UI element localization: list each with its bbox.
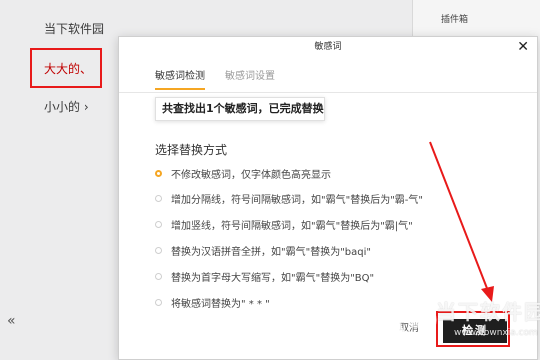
tab-detection[interactable]: 敏感词检测 <box>155 67 205 90</box>
radio-icon[interactable] <box>155 194 162 202</box>
replace-option-asterisk[interactable]: 将敏感词替换为" * * " <box>155 294 270 310</box>
option-label: 增加分隔线，符号间隔敏感词，如"霸气"替换后为"霸-气" <box>171 194 424 206</box>
radio-icon[interactable] <box>155 220 162 228</box>
radio-icon[interactable] <box>155 298 162 306</box>
watermark-text: 当下软件园 <box>436 300 540 324</box>
dialog-title: 敏感词 <box>314 42 342 52</box>
watermark-logo-icon <box>395 299 437 341</box>
double-chevron-left-icon[interactable]: « <box>7 313 16 329</box>
option-label: 替换为首字母大写缩写，如"霸气"替换为"BQ" <box>171 272 375 284</box>
plugin-panel-title: 插件箱 <box>441 15 469 25</box>
watermark-url: www.downxia.com <box>454 328 538 338</box>
editor-line: 小小的 › <box>44 100 89 114</box>
watermark: 当下软件园 www.downxia.com <box>392 292 540 360</box>
replace-option-highlight[interactable]: 不修改敏感词，仅字体颜色高亮显示 <box>155 165 331 181</box>
result-message: 共查找出1个敏感词，已完成替换 <box>155 97 325 121</box>
option-label: 将敏感词替换为" * * " <box>171 298 270 310</box>
annotation-box <box>30 48 102 88</box>
option-label: 不修改敏感词，仅字体颜色高亮显示 <box>171 169 331 181</box>
replace-option-dash[interactable]: 增加分隔线，符号间隔敏感词，如"霸气"替换后为"霸-气" <box>155 190 423 206</box>
option-label: 增加竖线，符号间隔敏感词，如"霸气"替换后为"霸|气" <box>171 220 413 232</box>
replace-option-initials[interactable]: 替换为首字母大写缩写，如"霸气"替换为"BQ" <box>155 268 374 284</box>
dialog-tabs: 敏感词检测 敏感词设置 <box>119 57 537 93</box>
radio-checked-icon[interactable] <box>155 169 162 177</box>
replace-option-pinyin[interactable]: 替换为汉语拼音全拼，如"霸气"替换为"baqi" <box>155 242 371 258</box>
tab-settings[interactable]: 敏感词设置 <box>225 67 275 88</box>
close-icon[interactable]: ✕ <box>517 39 529 55</box>
radio-icon[interactable] <box>155 272 162 280</box>
option-label: 替换为汉语拼音全拼，如"霸气"替换为"baqi" <box>171 246 371 258</box>
replace-option-bar[interactable]: 增加竖线，符号间隔敏感词，如"霸气"替换后为"霸|气" <box>155 216 413 232</box>
section-label: 选择替换方式 <box>155 143 228 157</box>
editor-line: 当下软件园 <box>44 22 105 36</box>
radio-icon[interactable] <box>155 246 162 254</box>
